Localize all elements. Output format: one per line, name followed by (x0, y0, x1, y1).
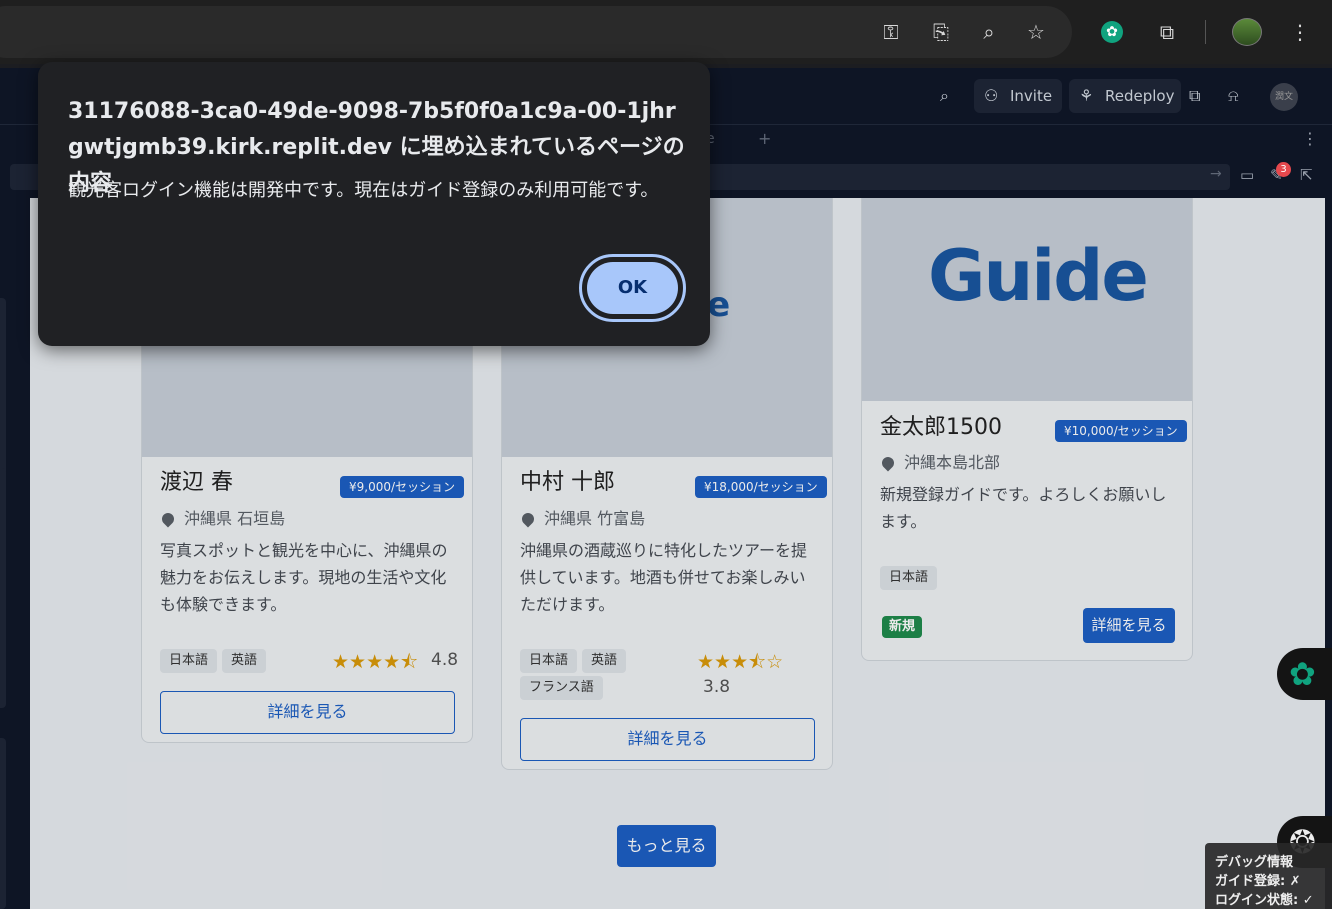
sidebar-panel (0, 468, 6, 708)
rating-value: 3.8 (703, 677, 731, 697)
language-tag: 日本語 (520, 649, 578, 673)
language-tag: 日本語 (160, 649, 218, 673)
bookmark-star-icon[interactable]: ☆ (1023, 19, 1049, 45)
guide-description: 写真スポットと観光を中心に、沖縄県の魅力をお伝えします。現地の生活や文化も体験で… (160, 541, 448, 614)
new-tab-icon[interactable]: + (758, 129, 771, 148)
copy-icon[interactable]: ⧉ (1189, 86, 1200, 106)
language-tag: 英語 (582, 649, 627, 673)
guide-image: Guide (862, 198, 1192, 401)
debug-guide-registration: ガイド登録: ✗ (1215, 874, 1301, 889)
zoom-icon[interactable]: ⌕ (976, 19, 1002, 45)
go-arrow-icon[interactable]: → (1210, 166, 1222, 182)
right-sidebar (1325, 198, 1332, 909)
guide-description: 新規登録ガイドです。よろしくお願いします。 (880, 485, 1167, 531)
browser-toolbar: ⚿ ⎘ ⌕ ☆ ✿ ⧉ ⋮ (0, 0, 1332, 64)
new-badge: 新規 (882, 616, 923, 638)
debug-title: デバッグ情報 (1215, 855, 1294, 870)
profile-avatar[interactable] (1232, 18, 1262, 46)
rating-value: 4.8 (431, 650, 459, 670)
guide-card: Guide 金太郎1500 ¥10,000/セッション 沖縄本島北部 新規登録ガ… (861, 198, 1193, 661)
details-button[interactable]: 詳細を見る (160, 691, 455, 734)
details-button[interactable]: 詳細を見る (520, 718, 815, 761)
extensions-puzzle-icon[interactable]: ⧉ (1152, 17, 1182, 47)
alert-dialog: 31176088-3ca0-49de-9098-7b5f0f0a1c9a-00-… (38, 62, 710, 346)
devices-icon[interactable]: ▭ (1240, 166, 1254, 184)
open-new-tab-icon[interactable]: ⇱ (1300, 166, 1313, 184)
guide-name: 中村 十郎 (520, 470, 615, 495)
tab-menu-icon[interactable]: ⋮ (1302, 129, 1318, 148)
guide-image-text: Guide (928, 235, 1149, 317)
language-tag: フランス語 (520, 676, 603, 700)
install-icon[interactable]: ⎘ (928, 19, 954, 45)
rating-stars: ★★★⯪☆ (697, 651, 784, 673)
map-pin-icon (519, 510, 537, 528)
dialog-message: 観光客ログイン機能は開発中です。現在はガイド登録のみ利用可能です。 (68, 180, 659, 201)
redeploy-label: Redeploy (1105, 87, 1175, 105)
guide-location: 沖縄県 竹富島 (519, 505, 645, 529)
menu-dots-icon[interactable]: ⋮ (1285, 17, 1315, 47)
devtools-count-badge: 3 (1276, 162, 1291, 177)
search-icon[interactable]: ⌕ (940, 86, 949, 106)
add-user-icon: ⚇ (984, 86, 999, 105)
redeploy-button[interactable]: ⚘ Redeploy (1069, 79, 1181, 113)
debug-panel: デバッグ情報 ガイド登録: ✗ ログイン状態: ✓ (1205, 843, 1332, 909)
language-tag: 英語 (222, 649, 267, 673)
details-button[interactable]: 詳細を見る (1083, 608, 1175, 643)
price-badge: ¥9,000/セッション (340, 476, 465, 498)
deploy-icon: ⚘ (1079, 86, 1094, 105)
guide-location: 沖縄本島北部 (879, 449, 1000, 473)
guide-name: 渡辺 春 (160, 470, 233, 495)
rating-stars: ★★★★⯪ (332, 651, 419, 673)
key-icon[interactable]: ⚿ (878, 19, 904, 45)
guide-name: 金太郎1500 (880, 415, 1002, 440)
user-avatar[interactable]: 潤文 (1270, 83, 1298, 111)
bell-icon[interactable]: ⍾ (1228, 86, 1239, 106)
address-bar[interactable] (0, 6, 1072, 58)
map-pin-icon (159, 510, 177, 528)
invite-button[interactable]: ⚇ Invite (974, 79, 1062, 113)
language-tag: 日本語 (880, 566, 938, 590)
debug-login-status: ログイン状態: ✓ (1215, 893, 1314, 908)
price-badge: ¥18,000/セッション (695, 476, 827, 498)
price-badge: ¥10,000/セッション (1055, 420, 1187, 442)
guide-description: 沖縄県の酒蔵巡りに特化したツアーを提供しています。地酒も併せてお楽しみいただけま… (520, 541, 808, 614)
toolbar-divider (1205, 20, 1206, 44)
guide-location: 沖縄県 石垣島 (159, 505, 285, 529)
chatgpt-extension-icon[interactable]: ✿ (1101, 21, 1123, 43)
ok-button[interactable]: OK (587, 262, 678, 314)
map-pin-icon (879, 454, 897, 472)
left-sidebar (0, 198, 30, 909)
chatgpt-float-icon[interactable]: ✿ (1277, 648, 1332, 700)
sidebar-panel (0, 738, 6, 909)
load-more-button[interactable]: もっと見る (617, 825, 716, 867)
invite-label: Invite (1010, 87, 1053, 105)
